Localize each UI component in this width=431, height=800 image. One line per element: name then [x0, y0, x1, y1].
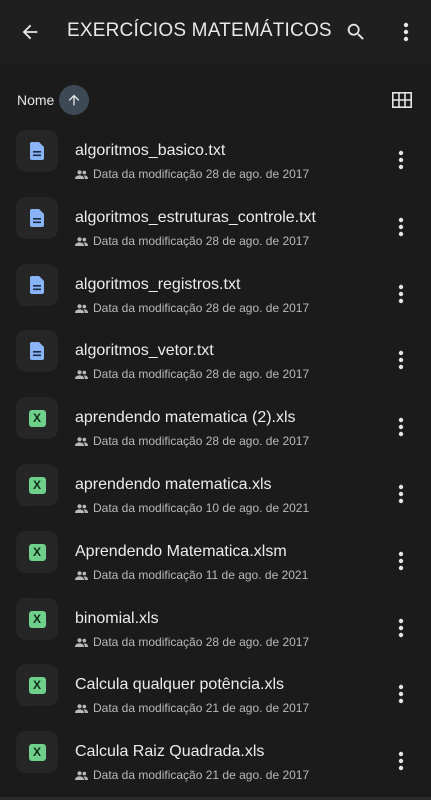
file-meta: Data da modificação 10 de ago. de 2021 [75, 500, 309, 516]
file-meta: Data da modificação 28 de ago. de 2017 [75, 233, 309, 249]
document-thumbnail [16, 197, 58, 239]
file-row[interactable]: algoritmos_basico.txt Data da modificação… [0, 126, 431, 192]
more-vert-icon[interactable] [390, 545, 412, 577]
file-row[interactable]: algoritmos_estruturas_controle.txt Data d… [0, 193, 431, 259]
sort-bar: Nome [0, 80, 431, 120]
modified-date: Data da modificação 28 de ago. de 2017 [93, 434, 310, 448]
modified-date: Data da modificação 28 de ago. de 2017 [93, 234, 310, 248]
spreadsheet-icon: X [28, 543, 46, 561]
document-thumbnail [16, 264, 58, 306]
file-name: algoritmos_estruturas_controle.txt [75, 209, 316, 226]
document-icon [30, 209, 44, 227]
shared-people-icon [75, 436, 88, 446]
spreadsheet-icon: X [28, 409, 46, 427]
shared-people-icon [75, 637, 88, 647]
file-meta: Data da modificação 28 de ago. de 2017 [75, 166, 309, 182]
more-vert-icon[interactable] [392, 16, 420, 48]
modified-date: Data da modificação 11 de ago. de 2021 [93, 568, 309, 582]
more-vert-icon[interactable] [390, 411, 412, 443]
arrow-back-icon[interactable] [14, 16, 46, 48]
more-vert-icon[interactable] [390, 344, 412, 376]
spreadsheet-icon: X [28, 676, 46, 694]
file-row[interactable]: algoritmos_vetor.txt Data da modificação … [0, 326, 431, 392]
more-vert-icon[interactable] [390, 678, 412, 710]
more-vert-icon[interactable] [390, 278, 412, 310]
spreadsheet-thumbnail: X [16, 731, 58, 773]
spreadsheet-thumbnail: X [16, 664, 58, 706]
file-name: algoritmos_registros.txt [75, 276, 241, 293]
more-vert-icon[interactable] [390, 211, 412, 243]
spreadsheet-icon: X [28, 610, 46, 628]
more-vert-icon[interactable] [390, 478, 412, 510]
grid-view-icon[interactable] [388, 86, 416, 114]
file-row[interactable]: Xaprendendo matematica (2).xls Data da mo… [0, 393, 431, 459]
file-row[interactable]: Xaprendendo matematica.xls Data da modifi… [0, 460, 431, 526]
shared-people-icon [75, 236, 88, 246]
app-bar: EXERCÍCIOS MATEMÁTICOS [0, 0, 431, 64]
file-name: algoritmos_basico.txt [75, 142, 226, 159]
document-thumbnail [16, 130, 58, 172]
file-meta: Data da modificação 28 de ago. de 2017 [75, 634, 309, 650]
shared-people-icon [75, 369, 88, 379]
file-row[interactable]: X Calcula Raiz Quadrada.xls Data da modifi… [0, 727, 431, 793]
file-row[interactable]: X Calcula qualquer potência.xls Data da mo… [0, 660, 431, 726]
file-name: algoritmos_vetor.txt [75, 342, 214, 359]
file-name: aprendendo matematica (2).xls [75, 409, 296, 426]
file-meta: Data da modificação 11 de ago. de 2021 [75, 567, 308, 583]
modified-date: Data da modificação 21 de ago. de 2017 [93, 701, 310, 715]
modified-date: Data da modificação 21 de ago. de 2017 [93, 768, 310, 782]
more-vert-icon[interactable] [390, 745, 412, 777]
spreadsheet-thumbnail: X [16, 397, 58, 439]
shared-people-icon [75, 703, 88, 713]
file-row[interactable]: algoritmos_registros.txt Data da modifica… [0, 260, 431, 326]
file-name: Aprendendo Matematica.xlsm [75, 543, 287, 560]
arrow-up-icon[interactable] [59, 85, 89, 115]
file-meta: Data da modificação 28 de ago. de 2017 [75, 433, 309, 449]
file-meta: Data da modificação 21 de ago. de 2017 [75, 767, 309, 783]
spreadsheet-thumbnail: X [16, 531, 58, 573]
file-name: binomial.xls [75, 610, 159, 627]
more-vert-icon[interactable] [390, 612, 412, 644]
document-icon [30, 342, 44, 360]
spreadsheet-thumbnail: X [16, 598, 58, 640]
shared-people-icon [75, 770, 88, 780]
document-icon [30, 142, 44, 160]
spreadsheet-thumbnail: X [16, 464, 58, 506]
spreadsheet-icon: X [28, 743, 46, 761]
file-name: Calcula Raiz Quadrada.xls [75, 743, 265, 760]
document-thumbnail [16, 330, 58, 372]
shared-people-icon [75, 169, 88, 179]
document-icon [30, 276, 44, 294]
more-vert-icon[interactable] [390, 144, 412, 176]
file-meta: Data da modificação 21 de ago. de 2017 [75, 700, 309, 716]
sort-label[interactable]: Nome [17, 92, 54, 108]
file-meta: Data da modificação 28 de ago. de 2017 [75, 366, 309, 382]
spreadsheet-icon: X [28, 476, 46, 494]
file-meta: Data da modificação 28 de ago. de 2017 [75, 300, 309, 316]
shared-people-icon [75, 503, 88, 513]
file-row[interactable]: Xbinomial.xls Data da modificação 28 de a… [0, 594, 431, 660]
file-name: aprendendo matematica.xls [75, 476, 272, 493]
modified-date: Data da modificação 28 de ago. de 2017 [93, 367, 310, 381]
search-icon[interactable] [340, 16, 372, 48]
shared-people-icon [75, 303, 88, 313]
modified-date: Data da modificação 10 de ago. de 2021 [93, 501, 310, 515]
shared-people-icon [75, 570, 88, 580]
modified-date: Data da modificação 28 de ago. de 2017 [93, 167, 310, 181]
page-title: EXERCÍCIOS MATEMÁTICOS [67, 20, 332, 41]
modified-date: Data da modificação 28 de ago. de 2017 [93, 635, 310, 649]
file-row[interactable]: X Aprendendo Matematica.xlsm Data da modif… [0, 527, 431, 593]
file-name: Calcula qualquer potência.xls [75, 676, 285, 693]
modified-date: Data da modificação 28 de ago. de 2017 [93, 301, 310, 315]
